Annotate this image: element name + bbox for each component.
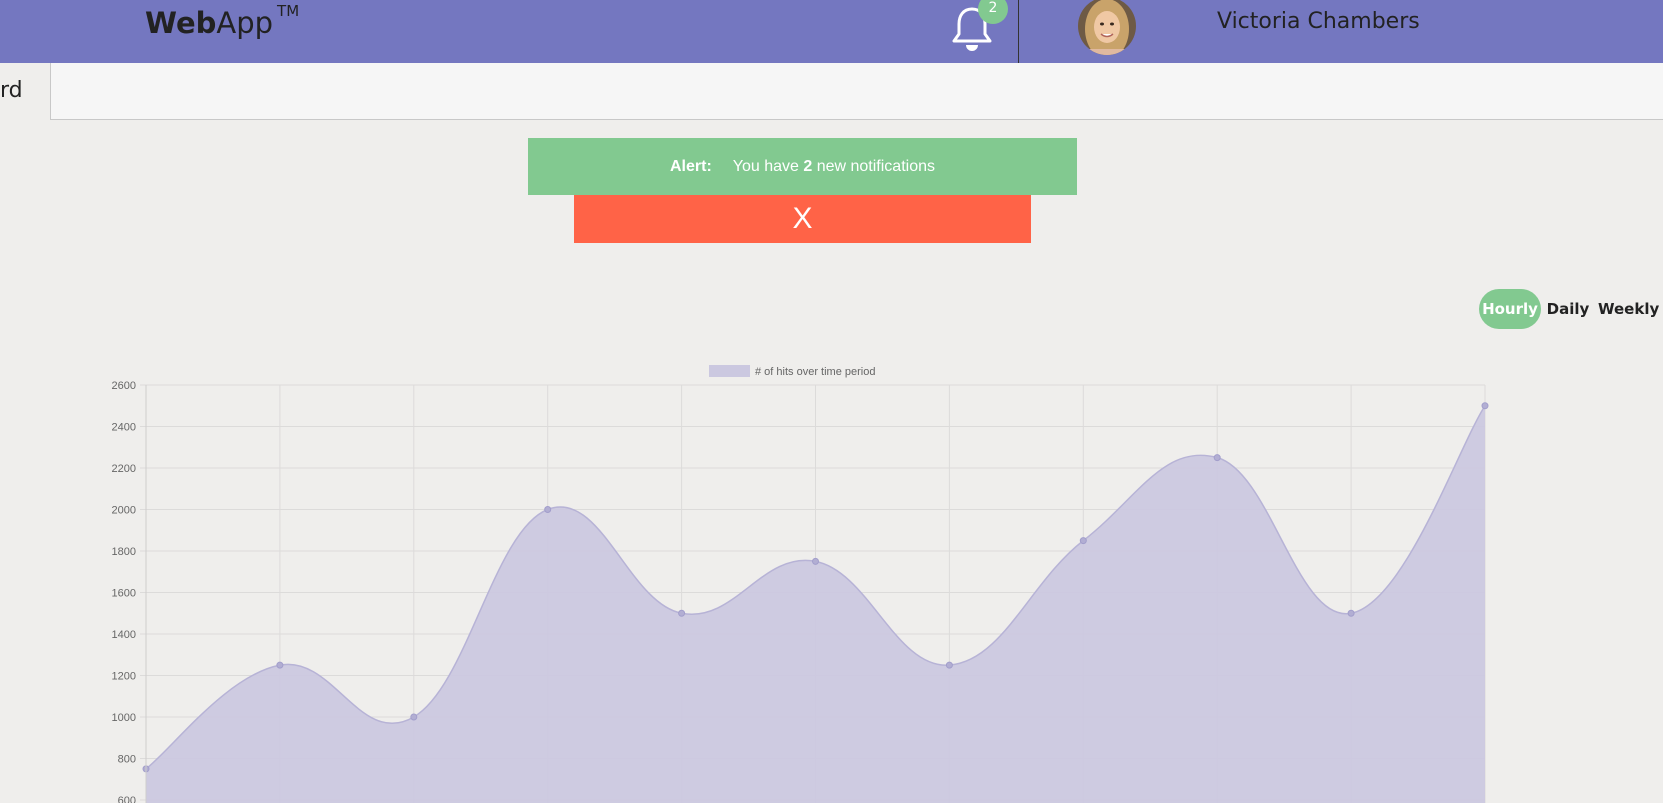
hits-area-chart: 2600 2400 2200 2000 1800 1600 1400 1200 1000 800 6… bbox=[112, 365, 1489, 803]
notification-count-badge[interactable]: 2 bbox=[978, 0, 1008, 24]
user-name[interactable]: Victoria Chambers bbox=[1217, 9, 1420, 34]
alert-message-suffix: new notifications bbox=[812, 157, 935, 175]
avatar-portrait bbox=[1078, 0, 1136, 55]
period-weekly-button[interactable]: Weekly bbox=[1598, 289, 1659, 329]
y-tick-label: 800 bbox=[118, 754, 136, 766]
data-point bbox=[276, 661, 284, 669]
data-point bbox=[544, 506, 552, 513]
y-tick-label: 1000 bbox=[112, 712, 136, 724]
period-hourly-button[interactable]: Hourly bbox=[1479, 289, 1541, 329]
logo-light-text: App bbox=[216, 6, 274, 40]
alert-message-count: 2 bbox=[803, 157, 813, 175]
app-logo[interactable]: WebApp TM bbox=[145, 2, 299, 40]
y-tick-label: 1200 bbox=[112, 671, 136, 683]
y-tick-label: 1800 bbox=[112, 546, 136, 558]
data-point bbox=[1347, 609, 1355, 617]
data-point bbox=[812, 557, 819, 565]
data-point bbox=[1481, 402, 1489, 410]
y-tick-label: 2600 bbox=[112, 380, 136, 392]
logo-bold-text: Web bbox=[145, 6, 217, 40]
header-divider bbox=[1018, 0, 1019, 63]
y-tick-label: 2000 bbox=[112, 505, 136, 517]
alert-message: You have 2 new notifications bbox=[733, 158, 935, 176]
data-point bbox=[1079, 537, 1087, 545]
alert-banner: Alert: You have 2 new notifications bbox=[528, 138, 1077, 195]
y-tick-label: 2200 bbox=[112, 463, 136, 475]
data-point bbox=[1213, 454, 1221, 462]
sub-navigation-bar bbox=[50, 63, 1663, 120]
y-tick-label: 2400 bbox=[112, 422, 136, 434]
logo-trademark: TM bbox=[277, 2, 300, 21]
legend-swatch bbox=[709, 365, 750, 377]
alert-label: Alert: bbox=[669, 157, 712, 175]
sidebar-partial-label[interactable]: rd bbox=[0, 78, 23, 103]
alert-close-button[interactable]: X bbox=[574, 195, 1031, 243]
data-point bbox=[410, 713, 418, 721]
alert-message-prefix: You have bbox=[732, 157, 804, 175]
legend-label: # of hits over time period bbox=[755, 366, 875, 378]
y-tick-label: 1600 bbox=[112, 588, 136, 600]
top-header-bar: WebApp TM 2 Victoria Chambers bbox=[0, 0, 1663, 63]
y-tick-label: 1400 bbox=[112, 629, 136, 641]
period-daily-button[interactable]: Daily bbox=[1546, 289, 1590, 329]
y-tick-label: 600 bbox=[118, 795, 136, 803]
user-avatar[interactable] bbox=[1078, 0, 1136, 55]
data-point bbox=[678, 609, 686, 617]
data-point bbox=[945, 661, 953, 669]
